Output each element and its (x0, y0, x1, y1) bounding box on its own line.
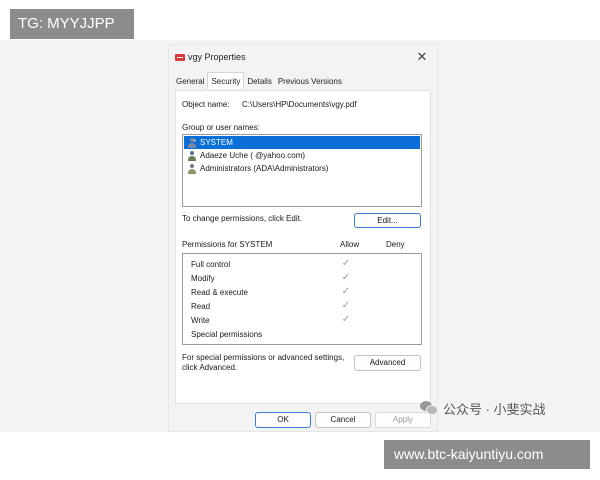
allow-check-icon: ✓ (341, 286, 351, 297)
permission-row-read-execute: Read & execute ✓ (191, 286, 421, 300)
allow-check-icon: ✓ (341, 300, 351, 311)
permissions-title: Permissions for SYSTEM (182, 240, 273, 249)
admin-group-icon (187, 163, 197, 174)
permission-name: Modify (191, 274, 215, 283)
wechat-logo-icon (420, 401, 438, 415)
title-bar: vgy Properties ✕ (169, 45, 437, 69)
watermark: 公众号 · 小斐实战 (420, 399, 546, 417)
advanced-settings-text: For special permissions or advanced sett… (182, 353, 352, 373)
permission-row-modify: Modify ✓ (191, 272, 421, 286)
tab-general[interactable]: General (173, 74, 207, 89)
list-item-label: Administrators (ADA\Administrators) (200, 164, 329, 173)
deny-column-header: Deny (386, 240, 405, 249)
permission-name: Read (191, 302, 211, 311)
object-name-label: Object name: (182, 100, 230, 109)
permission-name: Read & execute (191, 288, 248, 297)
advanced-text-line-2: click Advanced. (182, 363, 238, 372)
permission-name: Write (191, 316, 210, 325)
security-panel: Object name: C:\Users\HP\Documents\vgy.p… (175, 90, 431, 404)
allow-check-icon: ✓ (341, 258, 351, 269)
permission-name: Full control (191, 260, 231, 269)
tab-security[interactable]: Security (207, 72, 245, 89)
advanced-text-line-1: For special permissions or advanced sett… (182, 353, 345, 362)
close-button[interactable]: ✕ (415, 50, 429, 64)
tab-details[interactable]: Details (244, 74, 274, 89)
list-item-user[interactable]: Adaeze Uche ( @yahoo.com) (184, 149, 420, 162)
edit-button[interactable]: Edit... (354, 213, 421, 228)
change-permissions-text: To change permissions, click Edit. (182, 214, 303, 223)
group-user-names-label: Group or user names: (182, 123, 260, 132)
ok-button[interactable]: OK (255, 412, 311, 428)
allow-column-header: Allow (340, 240, 360, 249)
permission-row-write: Write ✓ (191, 314, 421, 328)
list-item-label: SYSTEM (200, 138, 233, 147)
group-icon (187, 137, 197, 148)
bottom-overlay-tag: www.btc-kaiyuntiyu.com (384, 440, 590, 469)
list-item-administrators[interactable]: Administrators (ADA\Administrators) (184, 162, 420, 175)
allow-check-icon: ✓ (341, 314, 351, 325)
properties-dialog: vgy Properties ✕ General Security Detail… (168, 44, 438, 432)
tab-previous-versions[interactable]: Previous Versions (275, 74, 345, 89)
list-item-label: Adaeze Uche ( @yahoo.com) (200, 151, 306, 160)
advanced-button[interactable]: Advanced (354, 355, 421, 371)
tab-bar: General Security Details Previous Versio… (173, 72, 345, 89)
permission-name: Special permissions (191, 330, 263, 339)
pdf-file-icon (175, 54, 185, 61)
window-title: vgy Properties (188, 52, 246, 62)
list-item-system[interactable]: SYSTEM (184, 136, 420, 149)
allow-check-icon: ✓ (341, 272, 351, 283)
cancel-button[interactable]: Cancel (315, 412, 371, 428)
group-user-list[interactable]: SYSTEM Adaeze Uche ( @yahoo.com) Adminis… (182, 134, 422, 207)
user-icon (187, 150, 197, 161)
permissions-list[interactable]: Full control ✓ Modify ✓ Read & execute ✓… (182, 253, 422, 345)
top-overlay-tag: TG: MYYJJPP (10, 9, 134, 39)
permission-row-read: Read ✓ (191, 300, 421, 314)
permission-row-special: Special permissions (191, 329, 421, 342)
permissions-header: Permissions for SYSTEM Allow Deny (182, 240, 422, 250)
watermark-text: 公众号 · 小斐实战 (443, 401, 546, 417)
permission-row-full-control: Full control ✓ (191, 258, 421, 272)
object-name-value: C:\Users\HP\Documents\vgy.pdf (242, 100, 357, 109)
